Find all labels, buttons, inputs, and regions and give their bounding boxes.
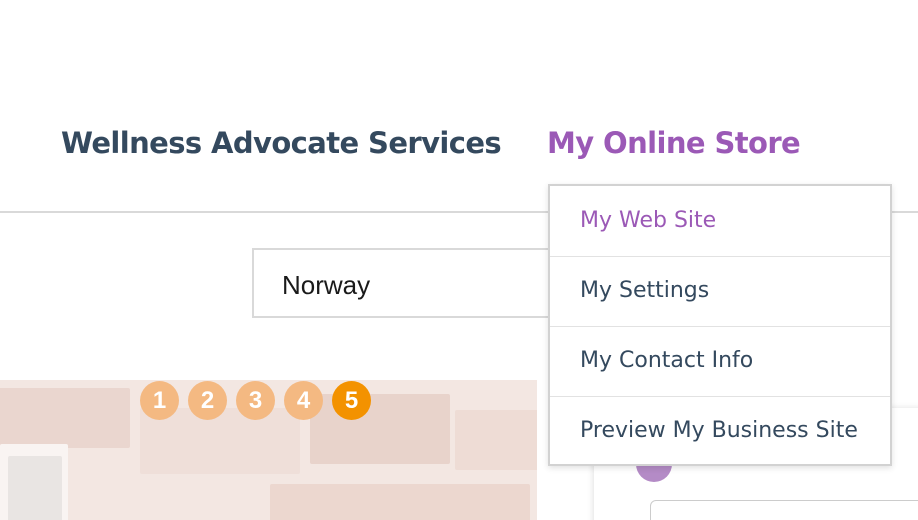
slider-page-1[interactable]: 1 <box>140 381 179 420</box>
slider-page-2[interactable]: 2 <box>188 381 227 420</box>
page: s Wellness Advocate Services My Online S… <box>0 0 918 520</box>
slider-page-5[interactable]: 5 <box>332 381 371 420</box>
dropdown-item-my-contact-info[interactable]: My Contact Info <box>550 326 890 396</box>
dropdown-item-my-settings[interactable]: My Settings <box>550 256 890 326</box>
nav-item-wellness-advocate-services[interactable]: Wellness Advocate Services <box>61 124 502 162</box>
my-online-store-dropdown: My Web Site My Settings My Contact Info … <box>548 184 892 466</box>
side-panel-input[interactable] <box>650 500 918 520</box>
stone-tile <box>270 484 530 520</box>
slider-page-4[interactable]: 4 <box>284 381 323 420</box>
stone-tile <box>0 388 130 448</box>
stone-tile <box>8 456 62 520</box>
dropdown-item-preview-my-business-site[interactable]: Preview My Business Site <box>550 396 890 466</box>
nav-item-my-online-store[interactable]: My Online Store <box>547 124 801 162</box>
dropdown-item-my-web-site[interactable]: My Web Site <box>550 186 890 256</box>
stone-tile <box>455 410 537 470</box>
slider-page-3[interactable]: 3 <box>236 381 275 420</box>
country-select[interactable]: Norway <box>252 248 572 318</box>
stone-tile <box>310 394 450 464</box>
nav-item-partial[interactable]: s <box>0 124 1 162</box>
country-select-value: Norway <box>282 270 371 300</box>
